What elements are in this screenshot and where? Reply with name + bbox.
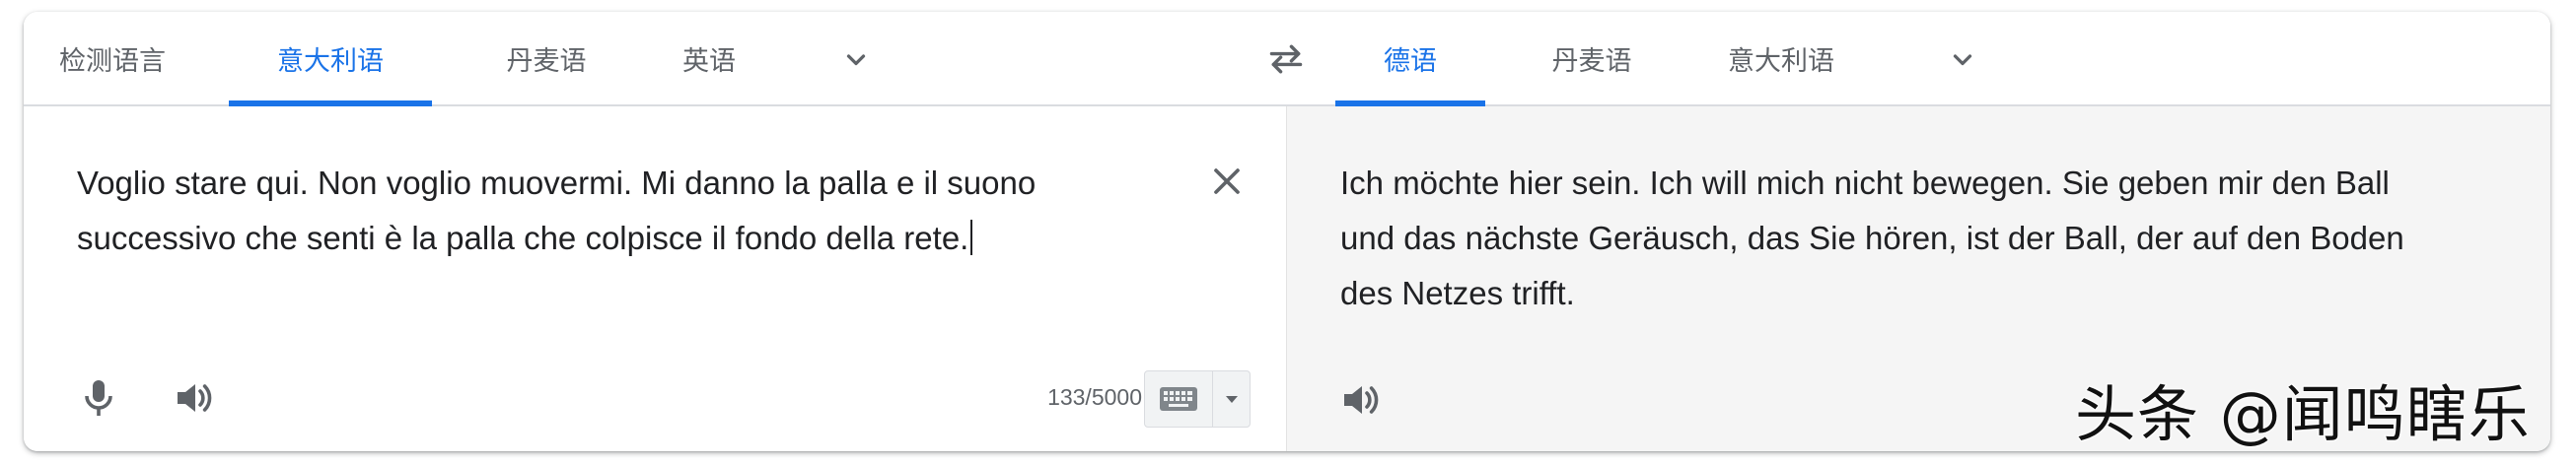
source-more-languages-chevron-down-icon[interactable] (838, 41, 874, 77)
tab-detect-language[interactable]: 检测语言 (45, 12, 179, 104)
tab-target-italian[interactable]: 意大利语 (1700, 12, 1862, 104)
listen-source-speaker-icon[interactable] (170, 374, 217, 422)
source-text-input[interactable]: Voglio stare qui. Non voglio muovermi. M… (77, 156, 1162, 266)
source-pane: Voglio stare qui. Non voglio muovermi. M… (24, 106, 1286, 451)
tab-source-danish[interactable]: 丹麦语 (479, 12, 613, 104)
input-tools-button[interactable] (1144, 370, 1251, 428)
translation-text: Ich möchte hier sein. Ich will mich nich… (1340, 165, 2404, 311)
watermark: 头条 @闻鸣瞎乐 (2074, 377, 2531, 451)
tab-target-german[interactable]: 德语 (1335, 12, 1485, 106)
target-more-languages-chevron-down-icon[interactable] (1945, 41, 1980, 77)
tab-source-english[interactable]: 英语 (655, 12, 763, 104)
text-cursor (970, 220, 973, 255)
source-text: Voglio stare qui. Non voglio muovermi. M… (77, 165, 1037, 256)
tab-target-danish[interactable]: 丹麦语 (1525, 12, 1659, 104)
tab-source-italian[interactable]: 意大利语 (229, 12, 432, 106)
keyboard-icon[interactable] (1145, 371, 1213, 427)
character-count: 133/5000 (1047, 384, 1142, 410)
voice-input-mic-icon[interactable] (75, 374, 122, 422)
clear-source-close-icon[interactable] (1205, 160, 1249, 203)
swap-languages-swap-icon[interactable] (1264, 39, 1308, 79)
listen-translation-speaker-icon[interactable] (1336, 376, 1384, 424)
language-bar: 检测语言 意大利语 丹麦语 英语 德语 丹麦语 意大利语 (24, 12, 2550, 106)
input-tools-dropdown-icon[interactable] (1213, 371, 1250, 427)
